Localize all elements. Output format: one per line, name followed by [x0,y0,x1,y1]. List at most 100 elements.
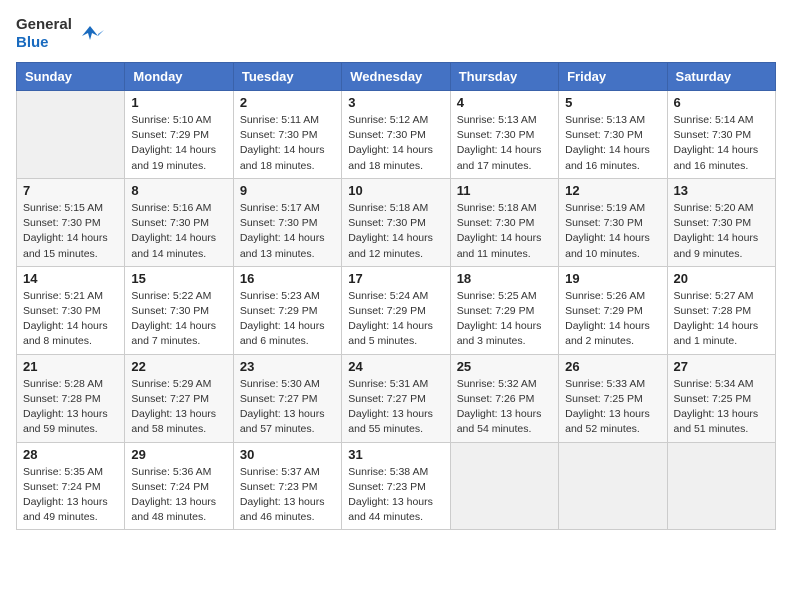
day-info: Sunrise: 5:34 AMSunset: 7:25 PMDaylight:… [674,377,769,438]
calendar-cell: 27 Sunrise: 5:34 AMSunset: 7:25 PMDayligh… [667,354,775,442]
day-number: 29 [131,447,226,462]
day-number: 12 [565,183,660,198]
weekday-header: Sunday [17,63,125,91]
logo-text: General Blue [16,16,72,52]
day-info: Sunrise: 5:20 AMSunset: 7:30 PMDaylight:… [674,201,769,262]
weekday-header: Saturday [667,63,775,91]
calendar-cell: 16 Sunrise: 5:23 AMSunset: 7:29 PMDayligh… [233,266,341,354]
day-info: Sunrise: 5:14 AMSunset: 7:30 PMDaylight:… [674,113,769,174]
calendar-week-row: 1 Sunrise: 5:10 AMSunset: 7:29 PMDaylight… [17,91,776,179]
calendar-week-row: 7 Sunrise: 5:15 AMSunset: 7:30 PMDaylight… [17,178,776,266]
weekday-header: Friday [559,63,667,91]
day-number: 5 [565,95,660,110]
weekday-header: Tuesday [233,63,341,91]
day-number: 27 [674,359,769,374]
calendar-cell: 9 Sunrise: 5:17 AMSunset: 7:30 PMDaylight… [233,178,341,266]
day-info: Sunrise: 5:32 AMSunset: 7:26 PMDaylight:… [457,377,552,438]
day-number: 20 [674,271,769,286]
calendar-header-row: SundayMondayTuesdayWednesdayThursdayFrid… [17,63,776,91]
day-info: Sunrise: 5:37 AMSunset: 7:23 PMDaylight:… [240,465,335,526]
day-number: 2 [240,95,335,110]
header: General Blue [16,16,776,52]
calendar-cell [450,442,558,530]
day-number: 31 [348,447,443,462]
day-number: 24 [348,359,443,374]
calendar-week-row: 28Sunrise: 5:35 AMSunset: 7:24 PMDayligh… [17,442,776,530]
day-info: Sunrise: 5:17 AMSunset: 7:30 PMDaylight:… [240,201,335,262]
calendar-cell [559,442,667,530]
calendar-cell: 17Sunrise: 5:24 AMSunset: 7:29 PMDayligh… [342,266,450,354]
calendar-cell: 29 Sunrise: 5:36 AMSunset: 7:24 PMDayligh… [125,442,233,530]
day-number: 7 [23,183,118,198]
calendar-week-row: 14 Sunrise: 5:21 AMSunset: 7:30 PMDayligh… [17,266,776,354]
logo-bird-icon [76,20,104,48]
calendar-cell: 7 Sunrise: 5:15 AMSunset: 7:30 PMDaylight… [17,178,125,266]
day-number: 14 [23,271,118,286]
day-number: 3 [348,95,443,110]
day-number: 10 [348,183,443,198]
calendar-cell: 21 Sunrise: 5:28 AMSunset: 7:28 PMDayligh… [17,354,125,442]
day-number: 9 [240,183,335,198]
day-info: Sunrise: 5:33 AMSunset: 7:25 PMDaylight:… [565,377,660,438]
day-number: 23 [240,359,335,374]
day-info: Sunrise: 5:13 AMSunset: 7:30 PMDaylight:… [565,113,660,174]
day-number: 4 [457,95,552,110]
day-number: 25 [457,359,552,374]
day-number: 11 [457,183,552,198]
day-info: Sunrise: 5:10 AMSunset: 7:29 PMDaylight:… [131,113,226,174]
day-info: Sunrise: 5:38 AMSunset: 7:23 PMDaylight:… [348,465,443,526]
day-number: 30 [240,447,335,462]
weekday-header: Monday [125,63,233,91]
day-number: 15 [131,271,226,286]
day-number: 6 [674,95,769,110]
calendar-cell: 6 Sunrise: 5:14 AMSunset: 7:30 PMDaylight… [667,91,775,179]
day-number: 19 [565,271,660,286]
day-info: Sunrise: 5:12 AMSunset: 7:30 PMDaylight:… [348,113,443,174]
calendar-cell: 25 Sunrise: 5:32 AMSunset: 7:26 PMDayligh… [450,354,558,442]
calendar-week-row: 21 Sunrise: 5:28 AMSunset: 7:28 PMDayligh… [17,354,776,442]
day-info: Sunrise: 5:28 AMSunset: 7:28 PMDaylight:… [23,377,118,438]
calendar-cell: 12 Sunrise: 5:19 AMSunset: 7:30 PMDayligh… [559,178,667,266]
calendar-cell: 30 Sunrise: 5:37 AMSunset: 7:23 PMDayligh… [233,442,341,530]
day-info: Sunrise: 5:31 AMSunset: 7:27 PMDaylight:… [348,377,443,438]
day-info: Sunrise: 5:15 AMSunset: 7:30 PMDaylight:… [23,201,118,262]
day-info: Sunrise: 5:36 AMSunset: 7:24 PMDaylight:… [131,465,226,526]
calendar-cell: 1 Sunrise: 5:10 AMSunset: 7:29 PMDaylight… [125,91,233,179]
calendar-cell: 2 Sunrise: 5:11 AMSunset: 7:30 PMDaylight… [233,91,341,179]
day-info: Sunrise: 5:30 AMSunset: 7:27 PMDaylight:… [240,377,335,438]
day-info: Sunrise: 5:13 AMSunset: 7:30 PMDaylight:… [457,113,552,174]
calendar-cell: 28Sunrise: 5:35 AMSunset: 7:24 PMDayligh… [17,442,125,530]
calendar-cell: 20Sunrise: 5:27 AMSunset: 7:28 PMDayligh… [667,266,775,354]
day-info: Sunrise: 5:26 AMSunset: 7:29 PMDaylight:… [565,289,660,350]
calendar-cell: 4 Sunrise: 5:13 AMSunset: 7:30 PMDaylight… [450,91,558,179]
day-info: Sunrise: 5:21 AMSunset: 7:30 PMDaylight:… [23,289,118,350]
day-info: Sunrise: 5:25 AMSunset: 7:29 PMDaylight:… [457,289,552,350]
calendar-table: SundayMondayTuesdayWednesdayThursdayFrid… [16,62,776,530]
calendar-cell: 13 Sunrise: 5:20 AMSunset: 7:30 PMDayligh… [667,178,775,266]
weekday-header: Thursday [450,63,558,91]
calendar-cell: 24 Sunrise: 5:31 AMSunset: 7:27 PMDayligh… [342,354,450,442]
day-number: 21 [23,359,118,374]
day-info: Sunrise: 5:29 AMSunset: 7:27 PMDaylight:… [131,377,226,438]
day-number: 18 [457,271,552,286]
day-info: Sunrise: 5:19 AMSunset: 7:30 PMDaylight:… [565,201,660,262]
calendar-cell: 22Sunrise: 5:29 AMSunset: 7:27 PMDayligh… [125,354,233,442]
calendar-cell: 14 Sunrise: 5:21 AMSunset: 7:30 PMDayligh… [17,266,125,354]
calendar-cell: 3 Sunrise: 5:12 AMSunset: 7:30 PMDaylight… [342,91,450,179]
day-number: 13 [674,183,769,198]
day-info: Sunrise: 5:11 AMSunset: 7:30 PMDaylight:… [240,113,335,174]
day-number: 8 [131,183,226,198]
calendar-cell: 15Sunrise: 5:22 AMSunset: 7:30 PMDayligh… [125,266,233,354]
day-info: Sunrise: 5:16 AMSunset: 7:30 PMDaylight:… [131,201,226,262]
day-number: 1 [131,95,226,110]
logo: General Blue [16,16,104,52]
calendar-cell: 31 Sunrise: 5:38 AMSunset: 7:23 PMDayligh… [342,442,450,530]
day-info: Sunrise: 5:18 AMSunset: 7:30 PMDaylight:… [457,201,552,262]
day-info: Sunrise: 5:24 AMSunset: 7:29 PMDaylight:… [348,289,443,350]
day-info: Sunrise: 5:23 AMSunset: 7:29 PMDaylight:… [240,289,335,350]
weekday-header: Wednesday [342,63,450,91]
calendar-cell: 10Sunrise: 5:18 AMSunset: 7:30 PMDayligh… [342,178,450,266]
day-number: 16 [240,271,335,286]
day-info: Sunrise: 5:35 AMSunset: 7:24 PMDaylight:… [23,465,118,526]
day-number: 26 [565,359,660,374]
